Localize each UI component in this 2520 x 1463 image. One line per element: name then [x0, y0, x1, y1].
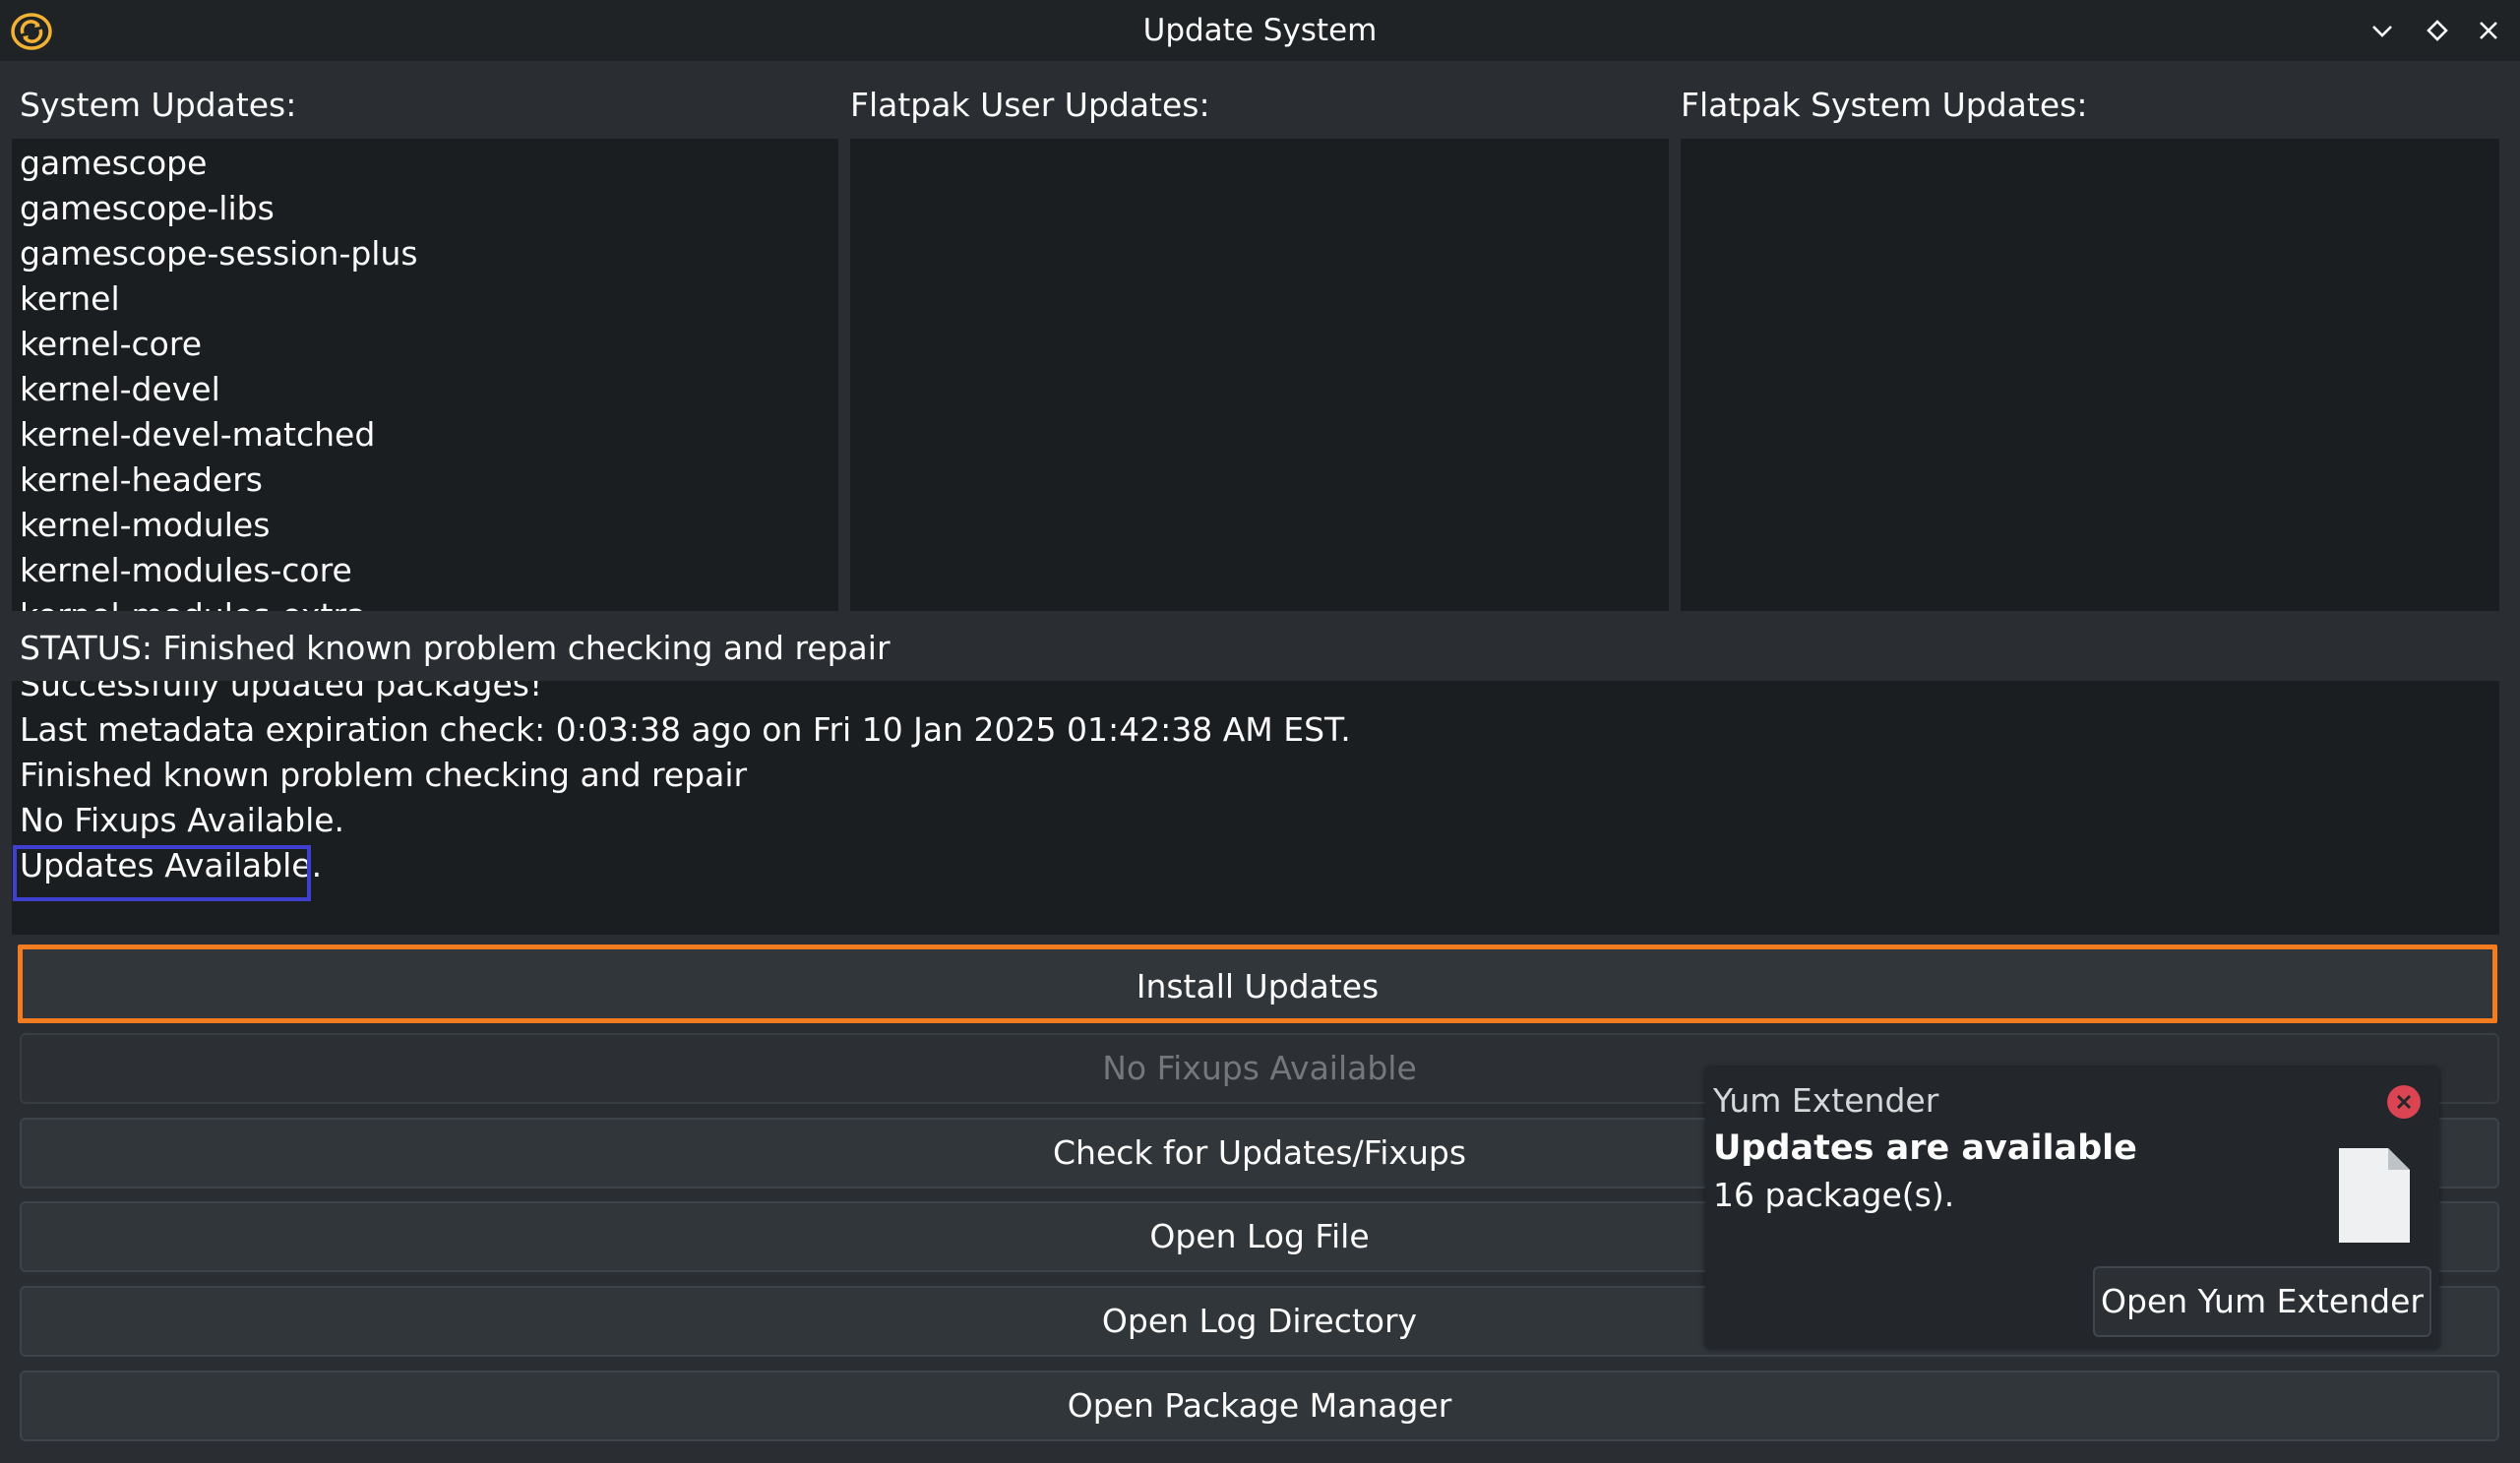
notification-title: Updates are available: [1713, 1128, 2137, 1168]
open-package-manager-button[interactable]: Open Package Manager: [20, 1371, 2499, 1441]
flatpak-user-updates-label: Flatpak User Updates:: [850, 86, 1210, 124]
list-item[interactable]: kernel-core: [12, 322, 838, 367]
update-system-window: Update System System Updates: Flatpak Us…: [0, 0, 2520, 1463]
notification-app-name: Yum Extender: [1713, 1081, 1939, 1120]
install-updates-button[interactable]: Install Updates: [18, 945, 2497, 1023]
log-line: Successfully updated packages!: [20, 681, 543, 703]
open-yum-extender-button[interactable]: Open Yum Extender: [2093, 1266, 2431, 1337]
notification-body: 16 package(s).: [1713, 1176, 1955, 1214]
log-line: Finished known problem checking and repa…: [20, 756, 748, 794]
status-label: STATUS: Finished known problem checking …: [20, 629, 891, 667]
list-item[interactable]: kernel: [12, 276, 838, 322]
list-item[interactable]: gamescope-libs: [12, 186, 838, 231]
list-item[interactable]: gamescope: [12, 141, 838, 186]
window-title: Update System: [1142, 13, 1378, 48]
list-item[interactable]: gamescope-session-plus: [12, 231, 838, 276]
system-updates-label: System Updates:: [20, 86, 297, 124]
notification-popup[interactable]: Yum Extender Updates are available 16 pa…: [1705, 1067, 2439, 1349]
flatpak-system-updates-list[interactable]: [1681, 139, 2499, 611]
flatpak-system-updates-label: Flatpak System Updates:: [1681, 86, 2088, 124]
flatpak-user-updates-list[interactable]: [850, 139, 1669, 611]
list-item[interactable]: kernel-modules-extra: [12, 593, 838, 611]
title-bar[interactable]: Update System: [0, 0, 2520, 61]
list-item[interactable]: kernel-devel: [12, 367, 838, 412]
close-icon[interactable]: [2470, 12, 2507, 49]
file-icon: [2337, 1146, 2412, 1245]
log-line: Last metadata expiration check: 0:03:38 …: [20, 710, 1351, 749]
system-updates-list[interactable]: gamescope gamescope-libs gamescope-sessi…: [12, 139, 838, 611]
diamond-icon[interactable]: [2419, 12, 2456, 49]
close-icon[interactable]: [2386, 1084, 2422, 1120]
chevron-down-icon[interactable]: [2364, 12, 2401, 49]
log-line: No Fixups Available.: [20, 801, 345, 839]
list-item[interactable]: kernel-modules: [12, 503, 838, 548]
list-item[interactable]: kernel-devel-matched: [12, 412, 838, 457]
log-output[interactable]: Successfully updated packages! Last meta…: [12, 681, 2499, 935]
list-item[interactable]: kernel-modules-core: [12, 548, 838, 593]
log-line: Updates Available.: [20, 846, 323, 884]
list-item[interactable]: kernel-headers: [12, 457, 838, 503]
